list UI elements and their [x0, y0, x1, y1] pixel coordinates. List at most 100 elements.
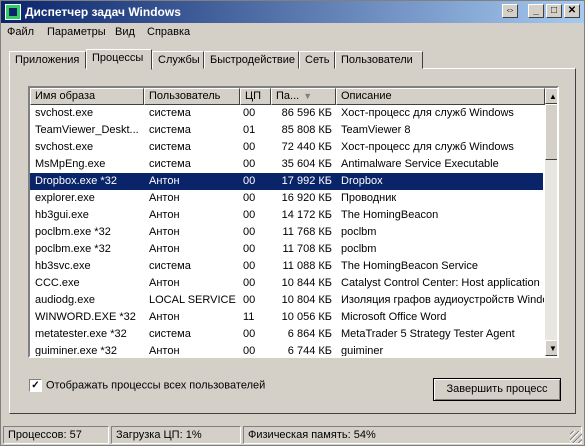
menu-bar: Файл Параметры Вид Справка: [1, 23, 584, 42]
process-user: система: [149, 124, 191, 136]
vertical-scrollbar[interactable]: ▲ ▼: [545, 88, 557, 356]
show-all-users-option[interactable]: ✓ Отображать процессы всех пользователей: [29, 379, 265, 392]
process-list[interactable]: Имя образа Пользователь ЦП Па... ▼ Описан…: [28, 86, 559, 358]
process-description: The HomingBeacon: [341, 209, 439, 221]
end-process-button[interactable]: Завершить процесс: [433, 378, 561, 401]
process-memory: 11 088 КБ: [282, 260, 332, 272]
process-description: Microsoft Office Word: [341, 311, 447, 323]
scroll-up-icon[interactable]: ▲: [545, 88, 557, 104]
close-button[interactable]: ✕: [564, 4, 580, 18]
process-user: Антон: [149, 277, 180, 289]
process-user: Антон: [149, 209, 180, 221]
process-name: guiminer.exe *32: [35, 345, 117, 357]
process-user: Антон: [149, 243, 180, 255]
process-name: CCC.exe: [35, 277, 80, 289]
table-row[interactable]: poclbm.exe *32 Антон 00 11 708 КБ poclbm: [30, 241, 543, 258]
process-memory: 6 864 КБ: [287, 328, 332, 340]
process-user: Антон: [149, 175, 180, 187]
menu-help[interactable]: Справка: [147, 26, 190, 38]
process-memory: 11 768 КБ: [282, 226, 332, 238]
maximize-button[interactable]: □: [546, 4, 562, 18]
process-cpu: 00: [243, 192, 256, 204]
column-user[interactable]: Пользователь: [144, 88, 240, 105]
table-row[interactable]: audiodg.exe LOCAL SERVICE 00 10 804 КБ Изоля…: [30, 292, 544, 309]
resize-grip-icon[interactable]: [570, 431, 582, 443]
process-name: Dropbox.exe *32: [35, 175, 117, 187]
process-description: Хост-процесс для служб Windows: [341, 141, 514, 153]
tab-users[interactable]: Пользователи: [335, 51, 423, 69]
process-memory: 10 804 КБ: [281, 294, 332, 306]
process-description: Хост-процесс для служб Windows: [341, 107, 514, 119]
table-row[interactable]: svchost.exe система 00 86 596 КБ Хост-процес…: [30, 105, 543, 122]
tab-processes[interactable]: Процессы: [86, 49, 152, 70]
process-name: explorer.exe: [35, 192, 95, 204]
status-bar: Процессов: 57 Загрузка ЦП: 1% Физическая…: [1, 424, 584, 445]
process-cpu: 00: [243, 209, 256, 221]
table-row[interactable]: CCC.exe Антон 00 10 844 КБ Catalyst Control …: [30, 275, 543, 292]
column-cpu[interactable]: ЦП: [240, 88, 271, 105]
menu-view[interactable]: Вид: [115, 26, 135, 38]
task-manager-icon: [5, 4, 21, 20]
status-process-count: Процессов: 57: [3, 426, 109, 444]
status-cpu-usage: Загрузка ЦП: 1%: [111, 426, 241, 444]
table-row[interactable]: guiminer.exe *32 Антон 00 6 744 КБ guiminer: [30, 343, 543, 357]
table-row[interactable]: WINWORD.EXE *32 Антон 11 10 056 КБ Microsoft…: [30, 309, 543, 326]
table-row[interactable]: Dropbox.exe *32 Антон 00 17 992 КБ Dropbox: [30, 173, 543, 190]
process-description: Catalyst Control Center: Host applicatio…: [341, 277, 540, 289]
tab-applications[interactable]: Приложения: [9, 51, 86, 69]
menu-options[interactable]: Параметры: [47, 26, 106, 38]
table-row[interactable]: svchost.exe система 00 72 440 КБ Хост-процес…: [30, 139, 543, 156]
show-all-users-checkbox[interactable]: ✓: [29, 379, 42, 392]
table-row[interactable]: poclbm.exe *32 Антон 00 11 768 КБ poclbm: [30, 224, 543, 241]
process-user: система: [149, 260, 191, 272]
process-cpu: 00: [243, 158, 256, 170]
process-description: TeamViewer 8: [341, 124, 411, 136]
process-cpu: 00: [243, 141, 256, 153]
show-all-users-label: Отображать процессы всех пользователей: [46, 379, 266, 392]
table-row[interactable]: MsMpEng.exe система 00 35 604 КБ Antimalware…: [30, 156, 543, 173]
table-row[interactable]: hb3svc.exe система 00 11 088 КБ The HomingBe…: [30, 258, 543, 275]
table-row[interactable]: explorer.exe Антон 00 16 920 КБ Проводник: [30, 190, 543, 207]
process-description: poclbm: [341, 243, 377, 255]
table-row[interactable]: TeamViewer_Deskt... система 01 85 808 КБ Tea…: [30, 122, 543, 139]
process-description: Проводник: [341, 192, 397, 204]
process-name: WINWORD.EXE *32: [35, 311, 136, 323]
process-description: Изоляция графов аудиоустройств Windows: [341, 294, 544, 306]
process-description: The HomingBeacon Service: [341, 260, 478, 272]
status-physical-memory: Физическая память: 54%: [243, 426, 582, 444]
title-bar[interactable]: Диспетчер задач Windows ⇔ _ □ ✕: [1, 1, 584, 23]
process-cpu: 00: [243, 328, 256, 340]
table-row[interactable]: hb3gui.exe Антон 00 14 172 КБ The HomingBeac…: [30, 207, 543, 224]
process-cpu: 00: [243, 345, 256, 357]
process-user: система: [149, 141, 191, 153]
process-user: Антон: [149, 192, 180, 204]
process-memory: 72 440 КБ: [281, 141, 332, 153]
column-description[interactable]: Описание: [336, 88, 545, 105]
process-description: guiminer: [341, 345, 384, 357]
column-memory[interactable]: Па... ▼: [271, 88, 336, 105]
menu-file[interactable]: Файл: [7, 26, 34, 38]
column-image-name[interactable]: Имя образа: [30, 88, 144, 105]
process-rows: svchost.exe система 00 86 596 КБ Хост-процес…: [30, 105, 544, 357]
process-user: система: [149, 107, 191, 119]
minimize-button[interactable]: _: [528, 4, 544, 18]
scrollbar-thumb[interactable]: [545, 104, 557, 160]
process-cpu: 00: [243, 107, 256, 119]
process-memory: 86 596 КБ: [281, 107, 332, 119]
tab-services[interactable]: Службы: [152, 51, 204, 69]
process-memory: 14 172 КБ: [281, 209, 332, 221]
process-name: poclbm.exe *32: [35, 226, 111, 238]
restore-icon[interactable]: ⇔: [502, 4, 518, 18]
table-row[interactable]: metatester.exe *32 система 00 6 864 КБ MetaT…: [30, 326, 543, 343]
process-user: Антон: [149, 311, 180, 323]
process-cpu: 00: [243, 175, 256, 187]
process-cpu: 11: [243, 311, 255, 323]
process-name: svchost.exe: [35, 141, 94, 153]
process-user: Антон: [149, 226, 180, 238]
scroll-down-icon[interactable]: ▼: [545, 340, 557, 356]
tab-performance[interactable]: Быстродействие: [204, 51, 299, 69]
process-name: metatester.exe *32: [35, 328, 127, 340]
process-cpu: 00: [243, 243, 256, 255]
process-memory: 85 808 КБ: [281, 124, 332, 136]
tab-networking[interactable]: Сеть: [299, 51, 335, 69]
